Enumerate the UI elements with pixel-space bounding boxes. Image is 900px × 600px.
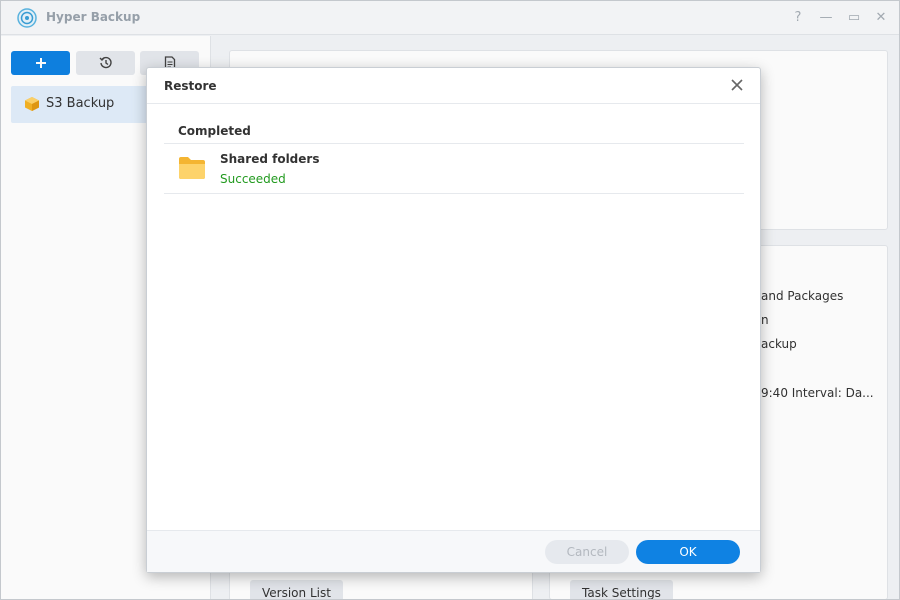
close-icon[interactable]	[730, 78, 744, 92]
dialog-header: Restore	[147, 68, 760, 104]
dialog-footer: Cancel OK	[147, 530, 760, 572]
folder-icon	[179, 157, 205, 179]
dialog-title: Restore	[164, 79, 217, 93]
section-title: Completed	[178, 124, 251, 138]
restore-dialog: Restore Completed Shared folders Succeed…	[146, 67, 761, 573]
cancel-button[interactable]: Cancel	[545, 540, 629, 564]
ok-button[interactable]: OK	[636, 540, 740, 564]
result-name: Shared folders	[220, 152, 320, 166]
result-status: Succeeded	[220, 172, 286, 186]
result-row: Shared folders Succeeded	[164, 144, 744, 194]
